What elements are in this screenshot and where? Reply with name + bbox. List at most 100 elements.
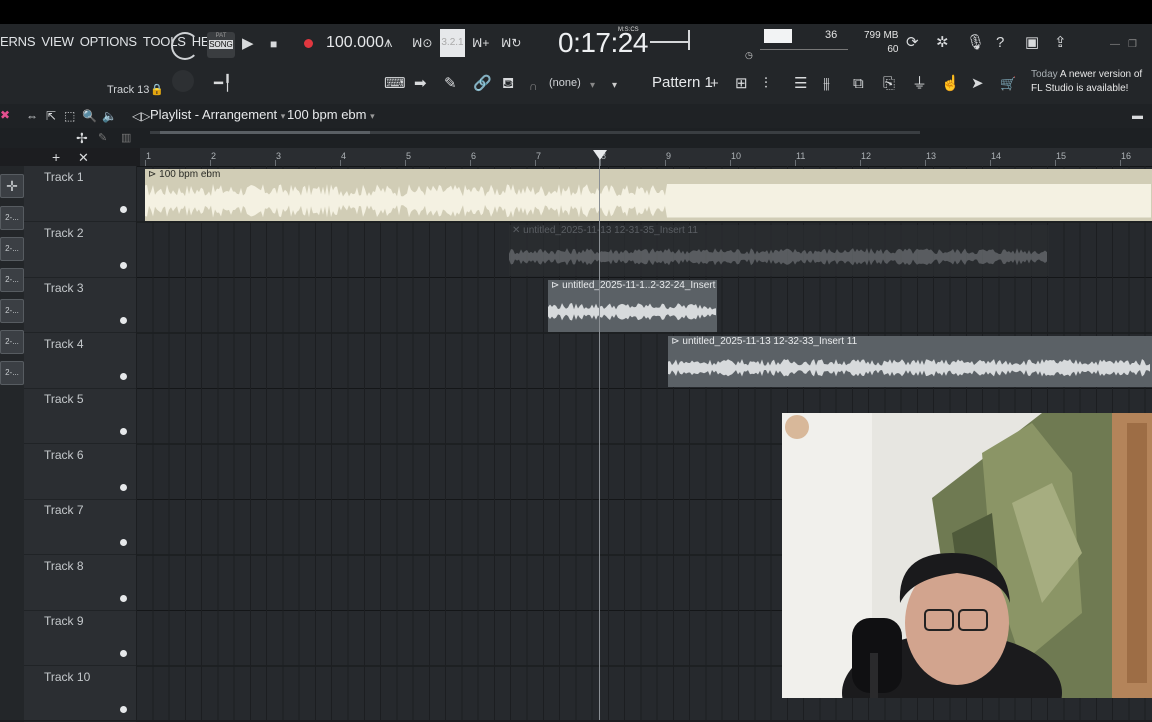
picker-item[interactable]: 2-... — [0, 268, 24, 292]
audio-clip[interactable]: ⊳ 100 bpm ebm — [145, 169, 1152, 221]
add-track-icon[interactable]: + — [52, 147, 60, 167]
track-mute-led[interactable] — [120, 261, 127, 269]
track-mute-led[interactable] — [120, 428, 127, 435]
cart-icon[interactable]: 🛒 — [1000, 74, 1016, 94]
record-icon[interactable] — [304, 39, 313, 48]
track-name: Track 8 — [44, 558, 84, 573]
brush-icon[interactable]: ✎ — [98, 128, 107, 148]
add-pattern-icon[interactable]: + — [710, 74, 719, 94]
select-tool-icon[interactable]: ⇱ — [46, 106, 56, 126]
track-name: Track 1 — [44, 170, 84, 184]
countdown-icon[interactable]: 3.2.1 — [440, 29, 465, 57]
track-header[interactable]: Track 10 — [24, 666, 136, 722]
picker-move-icon[interactable]: ✛ — [0, 174, 24, 198]
channel-rack-icon[interactable]: ☰ — [794, 74, 807, 94]
menu-options[interactable]: OPTIONS — [80, 34, 137, 49]
track-mute-led[interactable] — [120, 705, 127, 713]
mixer-icon[interactable]: ⫵ — [823, 74, 830, 94]
browser-icon[interactable]: ⧉ — [853, 74, 864, 94]
playlist-title[interactable]: Playlist - Arrangement ▾ — [150, 107, 285, 122]
pat-song-toggle[interactable]: PAT SONG — [207, 32, 235, 58]
piano-icon[interactable]: ▥ — [121, 128, 131, 148]
menu-patterns[interactable]: ERNS — [0, 34, 36, 49]
close-playlist-icon[interactable]: ▬ — [1132, 106, 1143, 126]
play-icon[interactable]: ▶ — [242, 34, 254, 54]
picker-item[interactable]: 2-... — [0, 206, 24, 230]
track-mute-led[interactable] — [120, 594, 127, 602]
export-icon[interactable]: ⇪ — [1054, 33, 1067, 53]
piano-roll-icon[interactable]: ⫶ — [764, 74, 768, 94]
help-icon[interactable]: ? — [996, 33, 1004, 53]
track-mute-led[interactable] — [120, 539, 127, 546]
stop-icon[interactable]: ■ — [270, 34, 277, 54]
cut-tool-icon[interactable]: ✖ — [0, 109, 10, 121]
channel-selector[interactable]: (none) — [549, 77, 581, 89]
clipboard-icon[interactable]: ⎘ — [883, 74, 895, 94]
track-knob[interactable] — [172, 70, 194, 92]
update-notice[interactable]: Today A newer version of FL Studio is av… — [1031, 68, 1149, 96]
playhead-line[interactable] — [599, 156, 600, 720]
keyboard-icon[interactable]: ⌨ — [384, 74, 406, 94]
line-tool-icon[interactable]: ━╿ — [214, 74, 232, 94]
pencil-icon[interactable]: ✎ — [444, 74, 457, 94]
track-mute-led[interactable] — [120, 206, 127, 213]
track-mute-led[interactable] — [120, 317, 127, 324]
maximize-icon[interactable]: ❐ — [1128, 35, 1137, 55]
track-header[interactable]: Track 3 — [24, 277, 136, 333]
chevron-down-icon[interactable]: ▾ — [612, 76, 617, 96]
scrollbar-thumb[interactable] — [160, 131, 370, 134]
step-edit-icon[interactable]: ꟽ+ — [472, 33, 489, 53]
track-header[interactable]: Track 7 — [24, 499, 136, 555]
chevron-down-icon[interactable]: ▾ — [590, 76, 595, 96]
master-pitch-slider[interactable] — [650, 41, 688, 43]
speaker-icon[interactable]: 🔈 — [102, 106, 117, 126]
playlist-window-icon[interactable]: ⊞ — [735, 74, 748, 94]
stamp-icon[interactable]: ⛾ — [502, 74, 514, 94]
metronome-icon[interactable]: ⩚ — [384, 33, 392, 53]
track-mute-led[interactable] — [120, 650, 127, 657]
wait-input-icon[interactable]: ꟽ⊙ — [412, 33, 432, 53]
master-volume-knob[interactable] — [171, 32, 199, 60]
picker-item[interactable]: 2-... — [0, 299, 24, 323]
master-pitch-handle[interactable] — [688, 30, 690, 50]
timeline-ruler[interactable]: 1 2 3 4 5 6 7 8 9 10 11 12 13 14 15 16 — [140, 148, 1152, 166]
track-header[interactable]: Track 2 — [24, 222, 136, 278]
track-header[interactable]: Track 5 — [24, 388, 136, 444]
plugin-icon[interactable]: ✲ — [936, 33, 949, 53]
playhead-marker[interactable] — [593, 150, 607, 160]
track-header[interactable]: Track 9 — [24, 610, 136, 666]
link-icon[interactable]: 🔗 — [473, 74, 492, 94]
minimize-icon[interactable]: — — [1110, 35, 1120, 55]
menu-view[interactable]: VIEW — [41, 34, 74, 49]
pattern-selector[interactable]: Pattern 1 — [652, 74, 713, 91]
track-header[interactable]: Track 1 — [24, 166, 136, 222]
track-header[interactable]: Track 8 — [24, 555, 136, 611]
track-header[interactable]: Track 6 — [24, 444, 136, 500]
track-mute-led[interactable] — [120, 483, 127, 491]
track-header[interactable]: Track 4 — [24, 333, 136, 389]
audio-clip[interactable]: ✕ untitled_2025-11-13 12-31-35_Insert 11 — [509, 224, 1049, 276]
picker-item[interactable]: 2-... — [0, 237, 24, 261]
magnet-icon[interactable]: ∩ — [529, 76, 538, 96]
loop-record-icon[interactable]: ꟽ↻ — [501, 33, 521, 53]
refresh-icon[interactable]: ⟳ — [906, 33, 919, 53]
tempo-display[interactable]: 100.000 — [326, 34, 384, 52]
pattern-name[interactable]: 100 bpm ebm ▾ — [287, 107, 375, 122]
arrow-right-icon[interactable]: ➡ — [414, 74, 427, 94]
microphone-icon[interactable]: 🎙 — [966, 33, 985, 53]
snap-icon[interactable]: ✢ — [76, 128, 88, 148]
picker-item[interactable]: 2-... — [0, 361, 24, 385]
touch-icon[interactable]: ☝ — [941, 74, 960, 94]
slip-tool-icon[interactable]: ⇔ — [26, 106, 38, 126]
save-icon[interactable]: ▣ — [1025, 33, 1039, 53]
audio-clip[interactable]: ⊳ untitled_2025-11-13 12-32-33_Insert 11 — [668, 335, 1152, 387]
remove-icon[interactable]: ✕ — [78, 148, 89, 168]
zoom-icon[interactable]: 🔍 — [82, 106, 97, 126]
audio-clip[interactable]: ⊳ untitled_2025-11-1..2-32-24_Insert 11 — [548, 280, 717, 332]
track-mute-led[interactable] — [120, 372, 127, 380]
options-arrow-icon[interactable]: ◁▷ — [132, 106, 150, 126]
plug-icon[interactable]: ⏚ — [912, 74, 927, 94]
send-icon[interactable]: ➤ — [971, 74, 984, 94]
picker-item[interactable]: 2-... — [0, 330, 24, 354]
zoom-box-icon[interactable]: ⬚ — [64, 106, 75, 126]
